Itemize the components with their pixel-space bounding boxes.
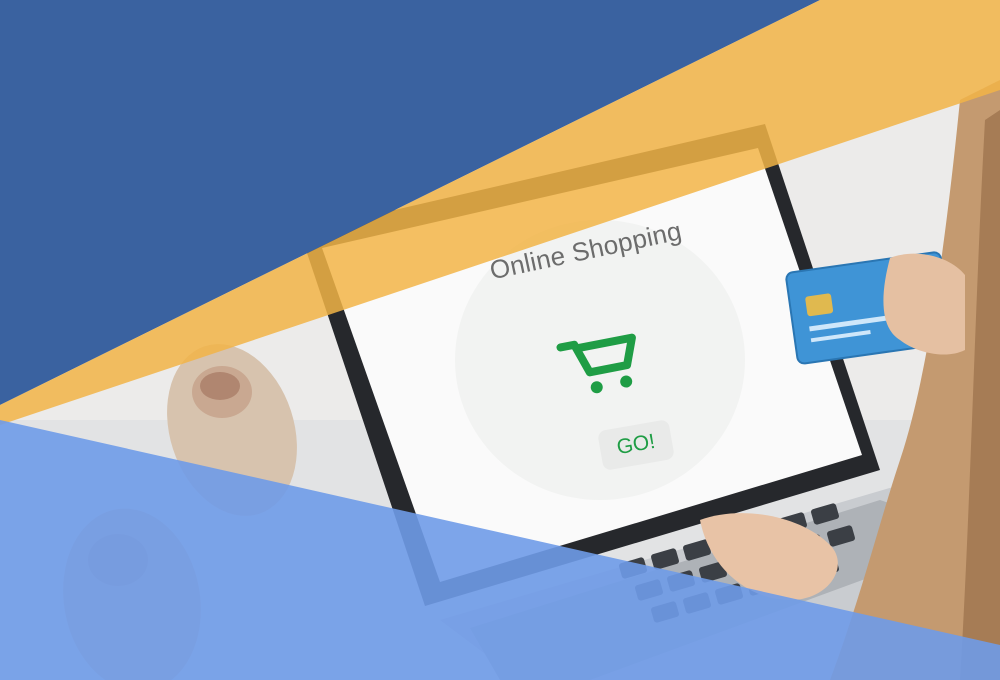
screen-title: Online Shopping bbox=[487, 215, 685, 286]
shopping-cart-icon bbox=[556, 333, 636, 394]
go-button[interactable]: GO! bbox=[597, 419, 675, 471]
laptop-screen: Online Shopping GO! bbox=[0, 0, 1000, 680]
